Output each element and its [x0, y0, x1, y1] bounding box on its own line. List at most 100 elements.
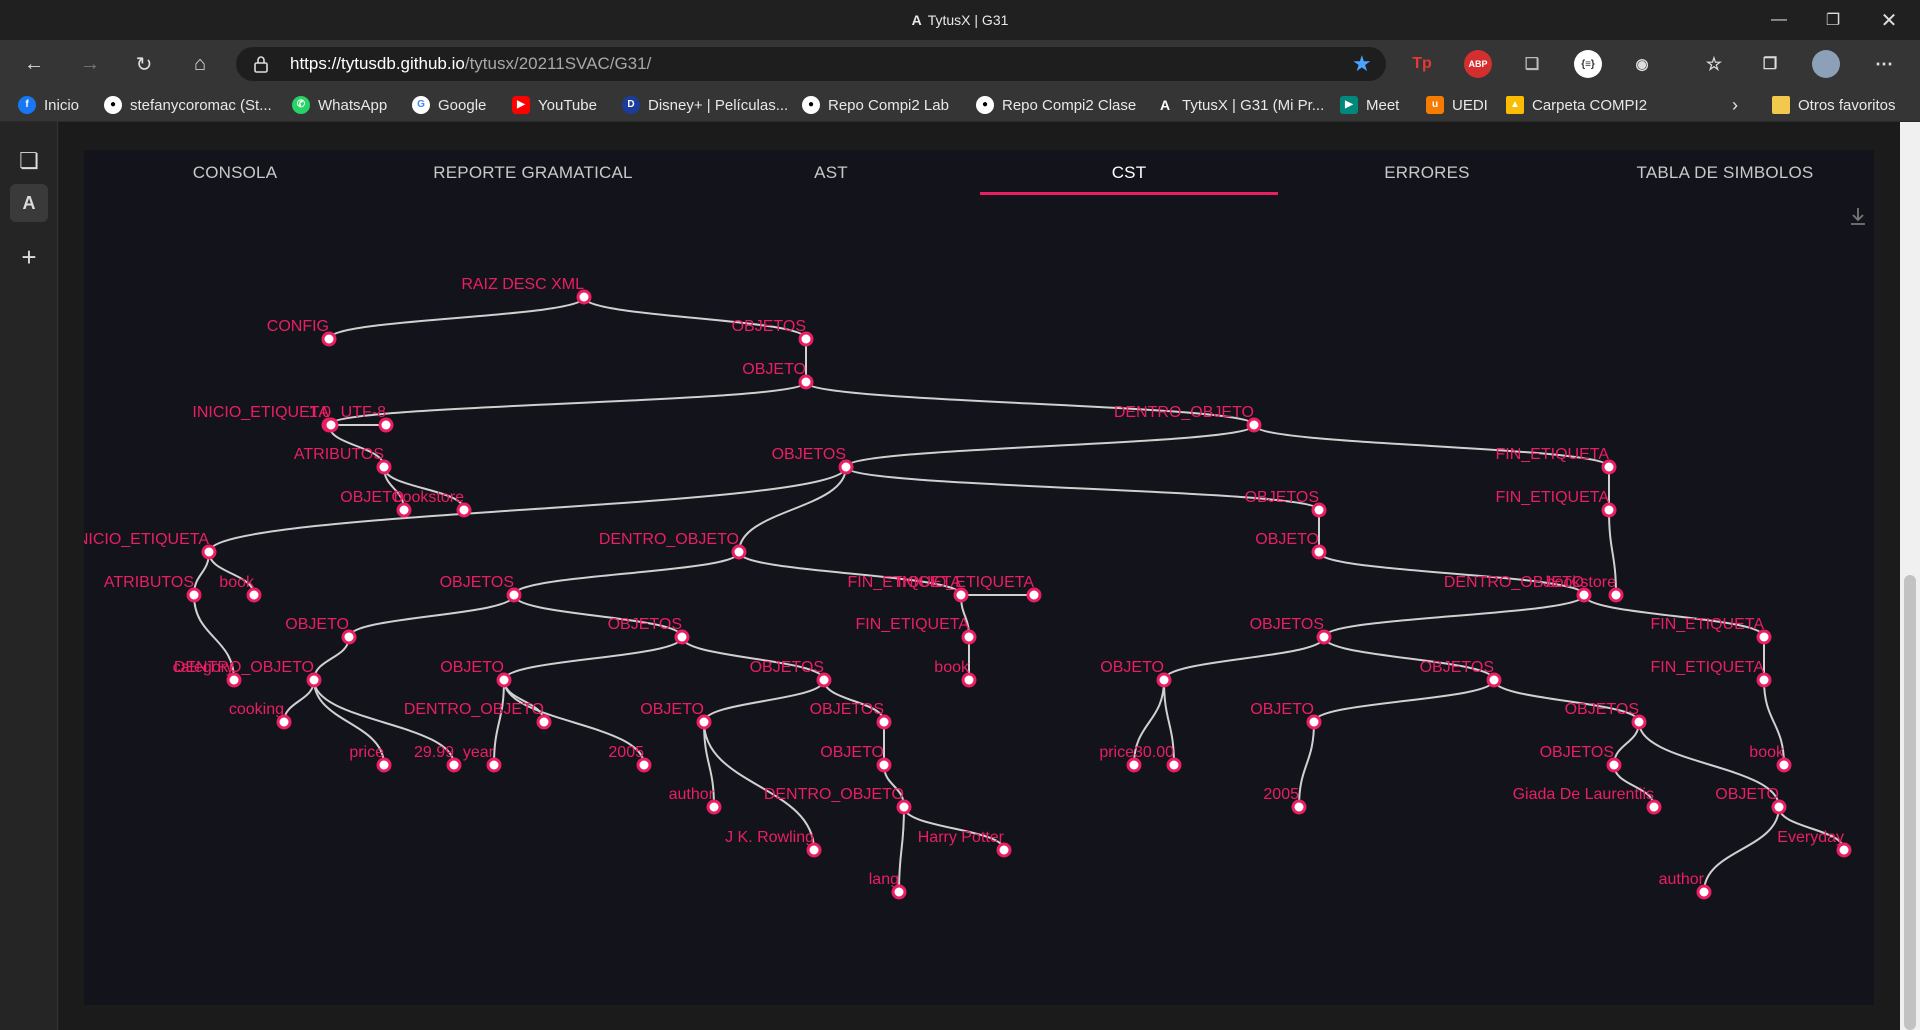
cst-node-label: DENTRO_OBJETO — [764, 786, 904, 803]
facebook-icon: f — [18, 96, 36, 114]
home-button[interactable]: ⌂ — [184, 48, 216, 80]
bookmark-whatsapp[interactable]: ✆ WhatsApp — [292, 94, 387, 116]
cst-node-label: OBJETOS — [772, 446, 846, 463]
cst-edge — [1323, 594, 1585, 638]
refresh-button[interactable]: ↻ — [128, 48, 160, 80]
cst-node-label: price — [349, 744, 384, 761]
cst-node-label: OBJETOS — [1540, 744, 1614, 761]
new-tab-icon[interactable]: + — [10, 238, 48, 276]
close-button[interactable]: ✕ — [1866, 0, 1912, 40]
url-text[interactable]: https://tytusdb.github.io/tytusx/20211SV… — [290, 53, 651, 75]
title-bar: A TytusX | G31 — ❐ ✕ — [0, 0, 1920, 40]
collections-icon[interactable]: ❐ — [1756, 50, 1784, 78]
cst-node-label: OBJETO — [820, 744, 884, 761]
folder-icon — [1772, 96, 1790, 114]
bookmark-github-stefany[interactable]: ● stefanycoromac (St... — [104, 94, 272, 116]
cst-edge — [1703, 806, 1780, 893]
tp-extension-icon[interactable]: Tp — [1408, 50, 1436, 78]
tab-actions-icon[interactable]: ❏ — [10, 142, 48, 180]
cst-node-label: 2005 — [1263, 786, 1299, 803]
cst-node-label: ATRIBUTOS — [104, 574, 194, 591]
bookmark-repo-clase[interactable]: ● Repo Compi2 Clase — [976, 94, 1136, 116]
bookmark-tytusx[interactable]: A TytusX | G31 (Mi Pr... — [1156, 94, 1324, 116]
cst-node-label: author — [669, 786, 715, 803]
cst-node-label: DENTRO_OBJETO — [404, 701, 544, 718]
tab-consola[interactable]: CONSOLA — [86, 150, 384, 196]
cst-node-label: OBJETOS — [1245, 489, 1319, 506]
tab-tabla-de-simbolos[interactable]: TABLA DE SIMBOLOS — [1576, 150, 1874, 196]
minimize-button[interactable]: — — [1756, 0, 1802, 40]
cst-node-label: lang — [869, 871, 899, 888]
bookmark-carpeta-compi2[interactable]: ▲ Carpeta COMPI2 — [1506, 94, 1647, 116]
bookmark-google[interactable]: G Google — [412, 94, 486, 116]
cst-node-label: book — [934, 659, 970, 676]
cst-node-label: OBJETOS — [1565, 701, 1639, 718]
cst-node-label: OBJETO — [1250, 701, 1314, 718]
cst-node-label: FIN_ETIQUETA — [1651, 659, 1765, 676]
cst-node-label: year — [463, 744, 495, 761]
cst-node-label: book — [219, 574, 255, 591]
bookmark-youtube[interactable]: ▶ YouTube — [512, 94, 597, 116]
profile-avatar[interactable] — [1812, 50, 1840, 78]
whatsapp-icon: ✆ — [292, 96, 310, 114]
restore-button[interactable]: ❐ — [1810, 0, 1856, 40]
angular-icon: A — [911, 12, 922, 28]
cst-node-label: OBJETO — [285, 616, 349, 633]
cst-node-label: UTF-8 — [341, 404, 386, 421]
bookmark-otros-favoritos[interactable]: Otros favoritos — [1772, 94, 1896, 116]
cst-edge — [313, 636, 350, 681]
cst-edge — [1163, 636, 1325, 681]
tab-tytusx[interactable]: A — [10, 184, 48, 222]
cst-edge — [845, 424, 1255, 468]
cst-node-label: Everyday — [1777, 829, 1844, 846]
cst-node-label: OBJETO — [440, 659, 504, 676]
window-title: TytusX | G31 — [927, 12, 1009, 28]
bookmark-uedi[interactable]: u UEDI — [1426, 94, 1488, 116]
cst-node-label: J K. Rowling — [725, 829, 814, 846]
bookmark-disney[interactable]: D Disney+ | Películas... — [622, 94, 788, 116]
angular-icon: A — [1159, 97, 1171, 113]
spy-extension-icon[interactable]: ◉ — [1628, 50, 1656, 78]
cst-edge — [898, 806, 905, 893]
cst-node-label: OBJETO — [1100, 659, 1164, 676]
cst-edge — [1313, 679, 1495, 723]
cst-node-label: FIN_ETIQUETA — [1651, 616, 1765, 633]
cst-node-label: 2005 — [608, 744, 644, 761]
cst-node-label: DENTRO_OBJETO — [599, 531, 739, 548]
cst-edge — [283, 679, 315, 723]
copy-extension-icon[interactable]: ❏ — [1518, 50, 1546, 78]
cst-edge — [493, 679, 505, 766]
bookmark-repo-lab[interactable]: ● Repo Compi2 Lab — [802, 94, 949, 116]
bookmark-inicio[interactable]: f Inicio — [18, 94, 79, 116]
active-tab-indicator — [980, 192, 1278, 195]
cst-node-label: ATRIBUTOS — [294, 446, 384, 463]
cst-node-label: 1.0 — [309, 404, 331, 421]
bookmarks-overflow-chevron-icon[interactable]: › — [1732, 94, 1738, 116]
cst-node-label: OBJETO — [1715, 786, 1779, 803]
bookmark-meet[interactable]: ▶ Meet — [1340, 94, 1399, 116]
forward-button[interactable]: → — [74, 48, 106, 80]
cst-edge — [328, 296, 585, 340]
adblock-extension-icon[interactable]: ABP — [1464, 50, 1492, 78]
back-button[interactable]: ← — [18, 48, 50, 80]
scrollbar-thumb[interactable] — [1904, 575, 1916, 1030]
cst-edge — [703, 679, 825, 723]
more-menu-icon[interactable]: ⋯ — [1870, 50, 1898, 78]
tab-reporte-gramatical[interactable]: REPORTE GRAMATICAL — [384, 150, 682, 196]
json-extension-icon[interactable]: {≡} — [1574, 50, 1602, 78]
tab-ast[interactable]: AST — [682, 150, 980, 196]
favorite-star-icon[interactable]: ★ — [1352, 51, 1372, 77]
github-icon: ● — [802, 96, 820, 114]
cst-node-label: OBJETOS — [608, 616, 682, 633]
cst-edge — [503, 636, 683, 681]
download-icon[interactable] — [1848, 206, 1868, 228]
cst-edge — [1298, 721, 1315, 808]
cst-node-label: cooking — [229, 701, 284, 718]
cst-node-label: OBJETOS — [810, 701, 884, 718]
github-icon: ● — [976, 96, 994, 114]
favorites-icon[interactable]: ☆ — [1700, 50, 1728, 78]
cst-node-label: OBJETO — [640, 701, 704, 718]
cst-node-label: price — [1099, 744, 1134, 761]
tab-cst[interactable]: CST — [980, 150, 1278, 196]
tab-errores[interactable]: ERRORES — [1278, 150, 1576, 196]
